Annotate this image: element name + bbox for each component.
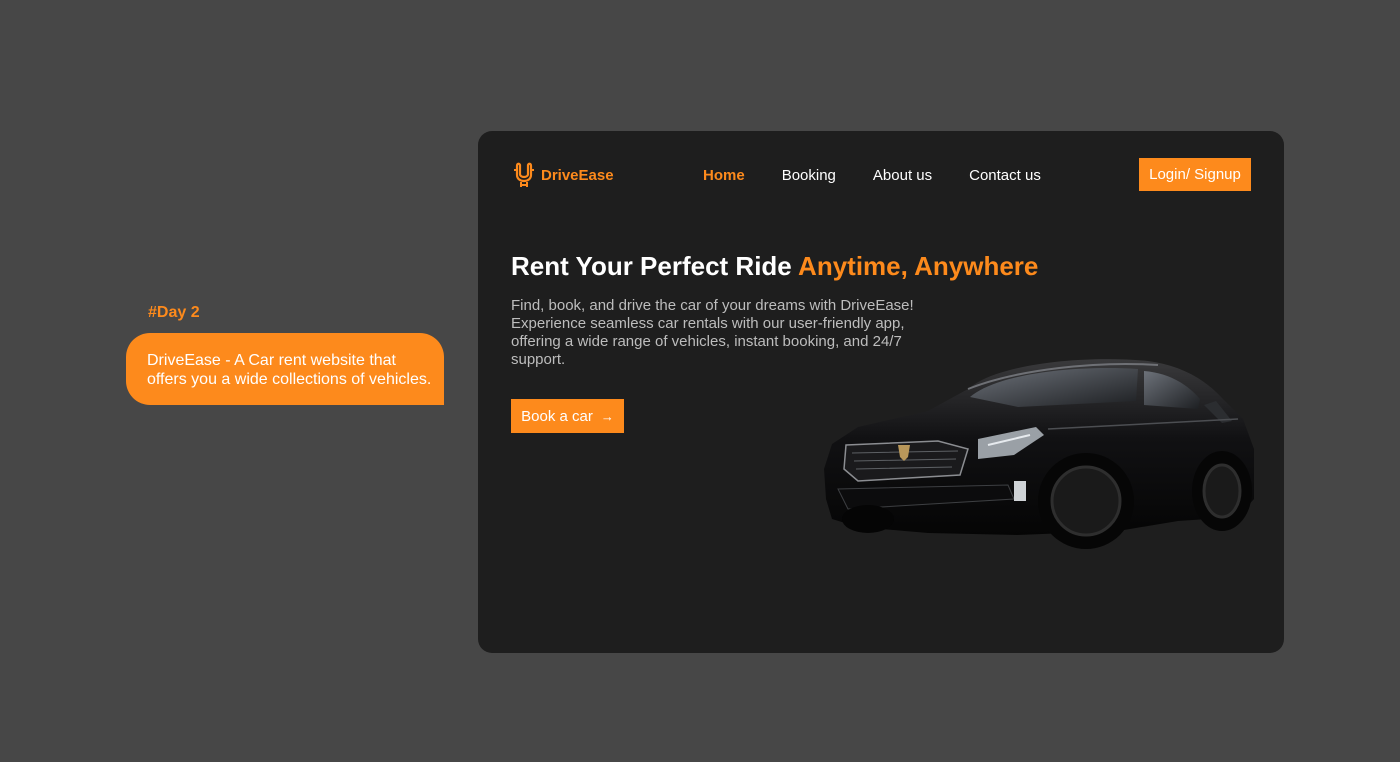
main-nav: Home Booking About us Contact us [703, 167, 1041, 184]
brand-logo[interactable]: DriveEase [513, 162, 614, 188]
book-a-car-label: Book a car [521, 407, 593, 425]
nav-booking[interactable]: Booking [782, 167, 836, 184]
book-a-car-button[interactable]: Book a car → [511, 399, 624, 433]
hero-title-main: Rent Your Perfect Ride [511, 251, 792, 281]
nav-about-us[interactable]: About us [873, 167, 932, 184]
drive-logo-icon [514, 162, 534, 187]
hero-title-accent: Anytime, Anywhere [798, 251, 1039, 281]
nav-contact-us[interactable]: Contact us [969, 167, 1041, 184]
website-preview: DriveEase Home Booking About us Contact … [478, 131, 1284, 653]
day-tag: #Day 2 [148, 304, 200, 321]
canvas: #Day 2 DriveEase - A Car rent website th… [0, 0, 1400, 762]
brand-name: DriveEase [541, 166, 614, 184]
car-image [824, 359, 1254, 549]
arrow-right-icon: → [600, 408, 614, 424]
nav-home[interactable]: Home [703, 167, 745, 184]
description-bubble: DriveEase - A Car rent website that offe… [126, 333, 444, 405]
hero-title: Rent Your Perfect Ride Anytime, Anywhere [511, 251, 1038, 282]
login-signup-button[interactable]: Login/ Signup [1139, 158, 1251, 191]
